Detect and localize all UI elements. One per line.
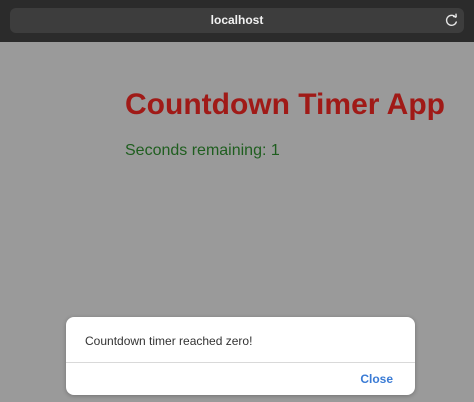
alert-dialog: Countdown timer reached zero! Close <box>66 317 415 395</box>
alert-message: Countdown timer reached zero! <box>85 334 253 348</box>
seconds-remaining: Seconds remaining: 1 <box>125 142 280 159</box>
alert-divider <box>66 362 415 363</box>
address-bar[interactable]: localhost <box>10 8 464 33</box>
page-title: Countdown Timer App <box>125 88 445 121</box>
browser-toolbar: localhost <box>0 0 474 42</box>
address-text: localhost <box>210 13 264 27</box>
reload-icon[interactable] <box>443 12 460 29</box>
close-button[interactable]: Close <box>360 372 393 386</box>
